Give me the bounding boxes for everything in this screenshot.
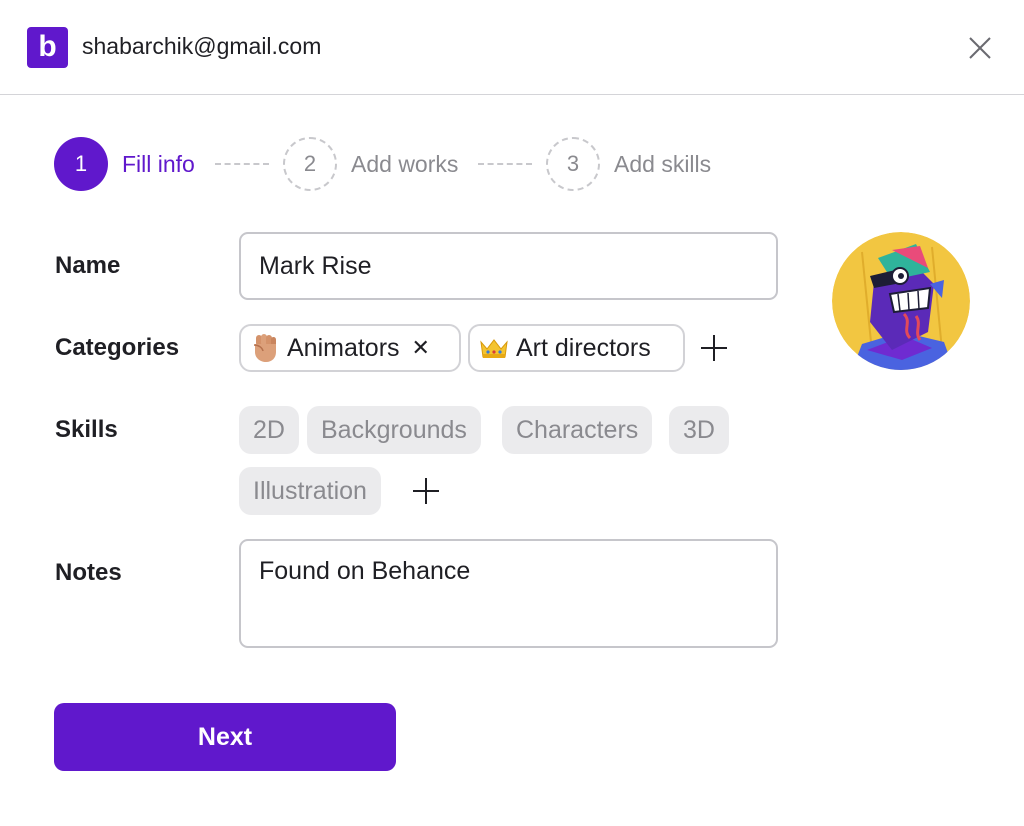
header: b shabarchik@gmail.com	[0, 0, 1024, 95]
category-label: Animators	[287, 333, 400, 362]
avatar[interactable]	[832, 232, 970, 370]
step-number: 1	[54, 137, 108, 191]
raised-fist-icon	[253, 334, 276, 362]
skill-chip[interactable]: 3D	[669, 406, 729, 454]
account-email: shabarchik@gmail.com	[82, 33, 322, 59]
skill-chip[interactable]: Characters	[502, 406, 653, 454]
app-logo: b	[27, 27, 68, 68]
step-add-skills[interactable]: 3 Add skills	[546, 136, 711, 192]
skill-chip[interactable]: Illustration	[239, 467, 381, 515]
notes-textarea[interactable]: Found on Behance	[239, 539, 778, 648]
skill-chip[interactable]: 2D	[239, 406, 299, 454]
categories-label: Categories	[55, 334, 180, 361]
step-connector	[478, 163, 532, 165]
step-number: 2	[283, 137, 337, 191]
name-input[interactable]: Mark Rise	[239, 232, 778, 300]
close-icon[interactable]	[962, 30, 998, 66]
add-skill-button[interactable]	[411, 476, 441, 506]
remove-category-icon[interactable]: ✕	[412, 337, 430, 359]
category-label: Art directors	[516, 333, 651, 362]
step-label: Add works	[351, 150, 459, 177]
skills-label: Skills	[55, 416, 118, 443]
skill-chip[interactable]: Backgrounds	[307, 406, 481, 454]
step-add-works[interactable]: 2 Add works	[283, 136, 458, 192]
step-label: Fill info	[122, 150, 195, 177]
step-label: Add skills	[614, 150, 712, 177]
stepper: 1 Fill info 2 Add works 3 Add skills	[54, 136, 754, 192]
step-number: 3	[546, 137, 600, 191]
category-chip-art-directors[interactable]: Art directors	[468, 324, 685, 372]
add-category-button[interactable]	[699, 333, 729, 363]
notes-label: Notes	[55, 559, 122, 586]
name-label: Name	[55, 252, 121, 279]
crown-icon	[480, 339, 508, 358]
next-button[interactable]: Next	[54, 703, 396, 771]
step-fill-info[interactable]: 1 Fill info	[54, 136, 195, 192]
step-connector	[215, 163, 269, 165]
category-chip-animators[interactable]: Animators ✕	[239, 324, 461, 372]
